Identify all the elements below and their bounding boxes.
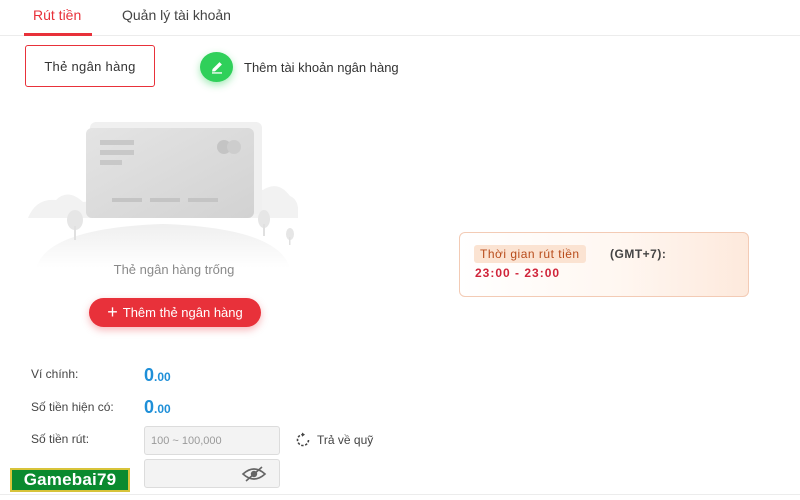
active-tab-indicator: [24, 33, 92, 36]
withdraw-time-timezone: (GMT+7):: [610, 247, 667, 261]
withdraw-time-range: 23:00 - 23:00: [475, 266, 561, 280]
tab-account-management[interactable]: Quản lý tài khoản: [122, 7, 231, 23]
divider: [0, 494, 800, 495]
return-fund-label: Trả về quỹ: [317, 433, 374, 447]
withdraw-amount-label: Số tiền rút:: [31, 432, 90, 446]
withdraw-amount-input[interactable]: [144, 426, 280, 455]
add-bank-card-button[interactable]: + Thêm thẻ ngân hàng: [89, 298, 261, 327]
balance-label: Số tiền hiện có:: [31, 400, 114, 414]
main-wallet-amount: 0.00: [144, 365, 171, 385]
main-wallet-label: Ví chính:: [31, 367, 79, 381]
refresh-icon: [296, 432, 310, 447]
tab-withdraw[interactable]: Rút tiền: [33, 7, 81, 23]
tab-bar: Rút tiền Quản lý tài khoản: [0, 0, 800, 36]
balance-amount: 0.00: [144, 397, 171, 417]
add-bank-account-button[interactable]: Thêm tài khoản ngân hàng: [200, 52, 399, 82]
withdraw-time-panel: Thời gian rút tiền (GMT+7): 23:00 - 23:0…: [459, 232, 749, 297]
add-bank-card-label: Thêm thẻ ngân hàng: [122, 305, 243, 320]
empty-card-illustration: [28, 122, 298, 268]
add-bank-account-label: Thêm tài khoản ngân hàng: [244, 59, 399, 75]
pencil-icon: [200, 52, 233, 82]
empty-card-label: Thẻ ngân hàng trống: [113, 262, 235, 277]
gamebai79-watermark: Gamebai79: [10, 468, 130, 492]
eye-slash-icon[interactable]: [241, 465, 267, 483]
bank-card-type-button[interactable]: Thẻ ngân hàng: [25, 45, 155, 87]
return-fund-button[interactable]: Trả về quỹ: [294, 431, 373, 449]
withdraw-time-label: Thời gian rút tiền: [474, 245, 586, 263]
plus-icon: +: [107, 301, 118, 322]
